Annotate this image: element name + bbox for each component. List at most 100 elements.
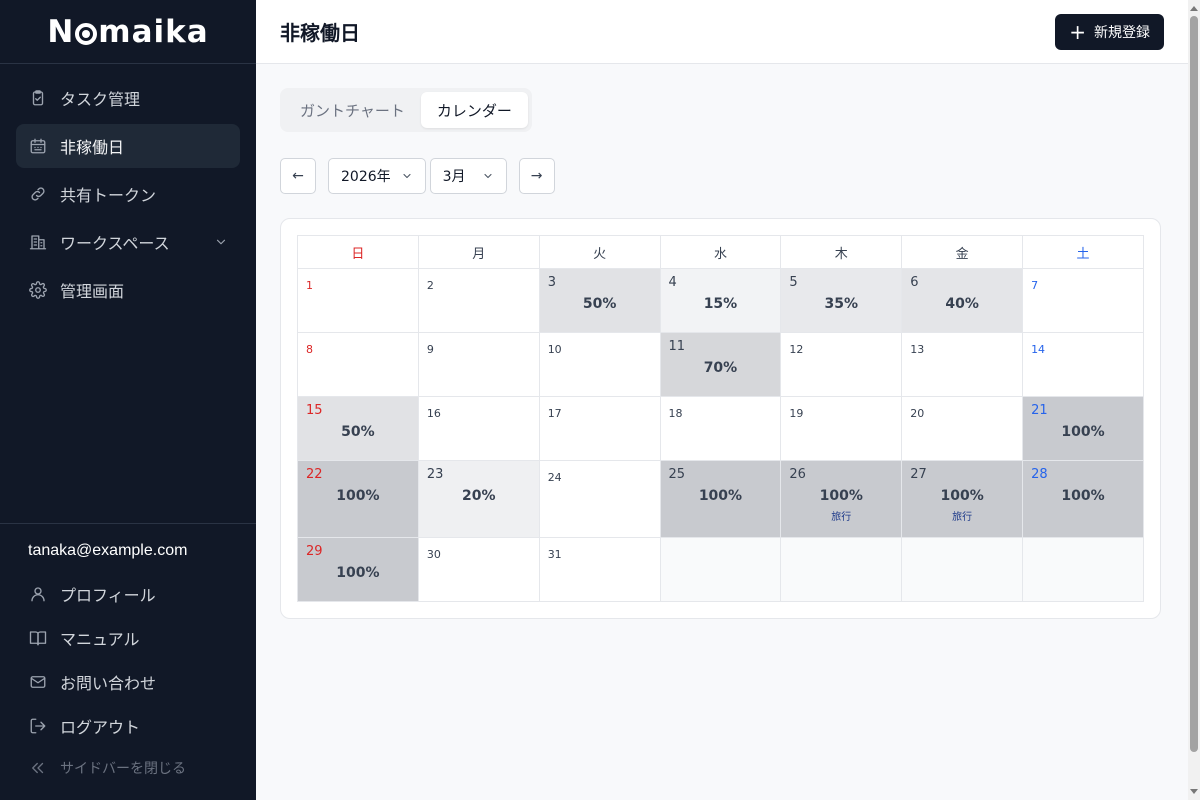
calendar-day-cell[interactable]: 13 [901,332,1024,397]
day-number: 2 [426,279,434,292]
calendar-day-cell[interactable]: 10 [538,332,661,397]
calendar-day-cell[interactable]: 6 40% [901,268,1024,333]
non-working-percent: 40% [945,296,979,312]
view-tabs: ガントチャート カレンダー [280,88,532,132]
calendar-day-cell[interactable]: 31 [538,537,661,602]
calendar-day-cell[interactable]: 3 50% [538,268,661,333]
new-entry-button[interactable]: + 新規登録 [1055,13,1164,50]
calendar-day-cell[interactable]: 15 50% [297,396,419,461]
prev-month-button[interactable]: ← [280,158,316,194]
calendar-day-cell[interactable]: 2 [417,268,540,333]
chevron-down-icon [484,173,492,179]
day-number: 15 [306,403,323,418]
day-number: 7 [1031,279,1039,292]
day-number: 30 [426,548,441,561]
non-working-percent: 50% [582,296,617,312]
calendar-day-cell[interactable]: 4 15% [659,268,782,333]
calendar-day-cell[interactable]: 21 100% [1022,396,1144,461]
day-number: 9 [426,343,434,356]
collapse-sidebar-button[interactable]: サイドバーを閉じる [16,748,240,788]
non-working-percent: 15% [703,296,738,312]
day-number: 28 [1031,467,1048,482]
scroll-thumb[interactable] [1190,16,1198,752]
calendar-day-cell[interactable]: 16 [417,396,540,461]
calendar-day-cell[interactable]: 27 100% 旅行 [901,460,1024,538]
calendar-day-cell[interactable]: 26 100% 旅行 [780,460,903,538]
day-number: 21 [1031,403,1048,418]
day-number: 4 [668,275,677,290]
calendar-day-cell[interactable]: 28 100% [1022,460,1144,538]
day-number: 11 [668,339,686,354]
collapse-label: サイドバーを閉じる [60,761,186,777]
calendar-day-cell[interactable]: 29 100% [297,537,419,602]
plus-icon: + [1069,19,1086,44]
sidebar-item-clipboard[interactable]: タスク管理 [16,76,240,120]
logout-icon [28,716,48,736]
calendar-day-cell[interactable]: 25 100% [659,460,782,538]
non-working-percent: 35% [824,296,859,312]
day-note: 旅行 [952,512,973,523]
calendar-day-cell[interactable]: 20 [901,396,1024,461]
day-number: 23 [426,467,444,482]
scroll-down-icon[interactable] [1190,789,1198,794]
sidebar-item-label: 非稼働日 [60,138,125,157]
day-number: 27 [910,467,927,482]
calendar-week-row: 8 9 10 11 70% 12 13 14 [297,332,1144,397]
scroll-up-icon[interactable] [1190,6,1198,11]
weekday-header: 金 [901,235,1024,269]
calendar-card: 日月火水木金土 1 2 3 50% 4 15% 5 35% 6 40% 7 8 9 10 11 70% 12 13… [280,218,1161,619]
calendar-day-cell[interactable]: 22 100% [297,460,419,538]
calendar-day-cell[interactable]: 11 70% [659,332,782,397]
sidebar-footer-label: お問い合わせ [60,674,157,693]
calendar-day-cell[interactable]: 24 [538,460,661,538]
sidebar-footer: tanaka@example.com プロフィール マニュアルお問い合わせログアウ… [0,523,256,800]
calendar-day-cell[interactable]: 5 35% [780,268,903,333]
non-working-percent: 70% [703,360,738,376]
calendar-day-cell[interactable]: 18 [659,396,782,461]
double-chevron-left-icon [28,758,48,778]
weekday-header: 木 [780,235,903,269]
calendar-day-cell[interactable]: 17 [538,396,661,461]
sidebar-item-building[interactable]: ワークスペース [16,220,240,264]
calendar-day-cell[interactable]: 23 20% [417,460,540,538]
sidebar-item-link[interactable]: 共有トークン [16,172,240,216]
day-number: 29 [306,544,323,559]
day-number: 20 [910,407,925,420]
month-select[interactable]: 3月 [429,158,507,194]
sidebar-footer-book[interactable]: マニュアル [16,616,240,660]
non-working-percent: 100% [698,488,743,504]
calendar-grid: 日月火水木金土 1 2 3 50% 4 15% 5 35% 6 40% 7 8 9 10 11 70% 12 13… [297,235,1144,602]
calendar-day-cell[interactable]: 14 [1022,332,1144,397]
non-working-percent: 100% [336,488,380,504]
page-scrollbar[interactable] [1188,0,1200,800]
sidebar-item-calendar[interactable]: 非稼働日 [16,124,240,168]
sidebar-footer-logout[interactable]: ログアウト [16,704,240,748]
calendar-day-cell[interactable]: 9 [417,332,540,397]
user-email: tanaka@example.com [28,542,188,559]
tab-gantt[interactable]: ガントチャート [284,92,421,128]
main-content: ガントチャート カレンダー ← 2026年 3月 → 日月火水木金土 1 2 3 50%… [256,64,1188,800]
next-month-button[interactable]: → [518,158,555,194]
calendar-day-cell[interactable]: 7 [1022,268,1144,333]
calendar-day-cell[interactable]: 8 [297,332,419,397]
day-number: 26 [789,467,806,482]
sidebar-footer-user[interactable]: プロフィール [16,572,240,616]
calendar-day-cell[interactable]: 30 [417,537,540,602]
calendar-day-cell[interactable]: 1 [297,268,419,333]
chevron-down-icon[interactable] [214,235,228,249]
calendar-day-cell[interactable]: 19 [780,396,903,461]
sidebar-nav: タスク管理非稼働日共有トークン ワークスペース 管理画面 [0,64,256,328]
calendar-empty-cell [901,537,1024,602]
day-number: 5 [789,275,798,290]
link-icon [28,184,48,204]
tab-calendar[interactable]: カレンダー [420,92,528,128]
gear-icon [28,280,48,300]
sidebar-item-gear[interactable]: 管理画面 [16,268,240,312]
app-logo[interactable]: Nmaika [47,14,208,50]
calendar-day-cell[interactable]: 12 [780,332,903,397]
sidebar-footer-mail[interactable]: お問い合わせ [16,660,240,704]
day-number: 22 [306,467,323,482]
mail-icon [28,672,48,692]
year-select[interactable]: 2026年 [328,158,426,194]
day-number: 13 [910,343,925,356]
